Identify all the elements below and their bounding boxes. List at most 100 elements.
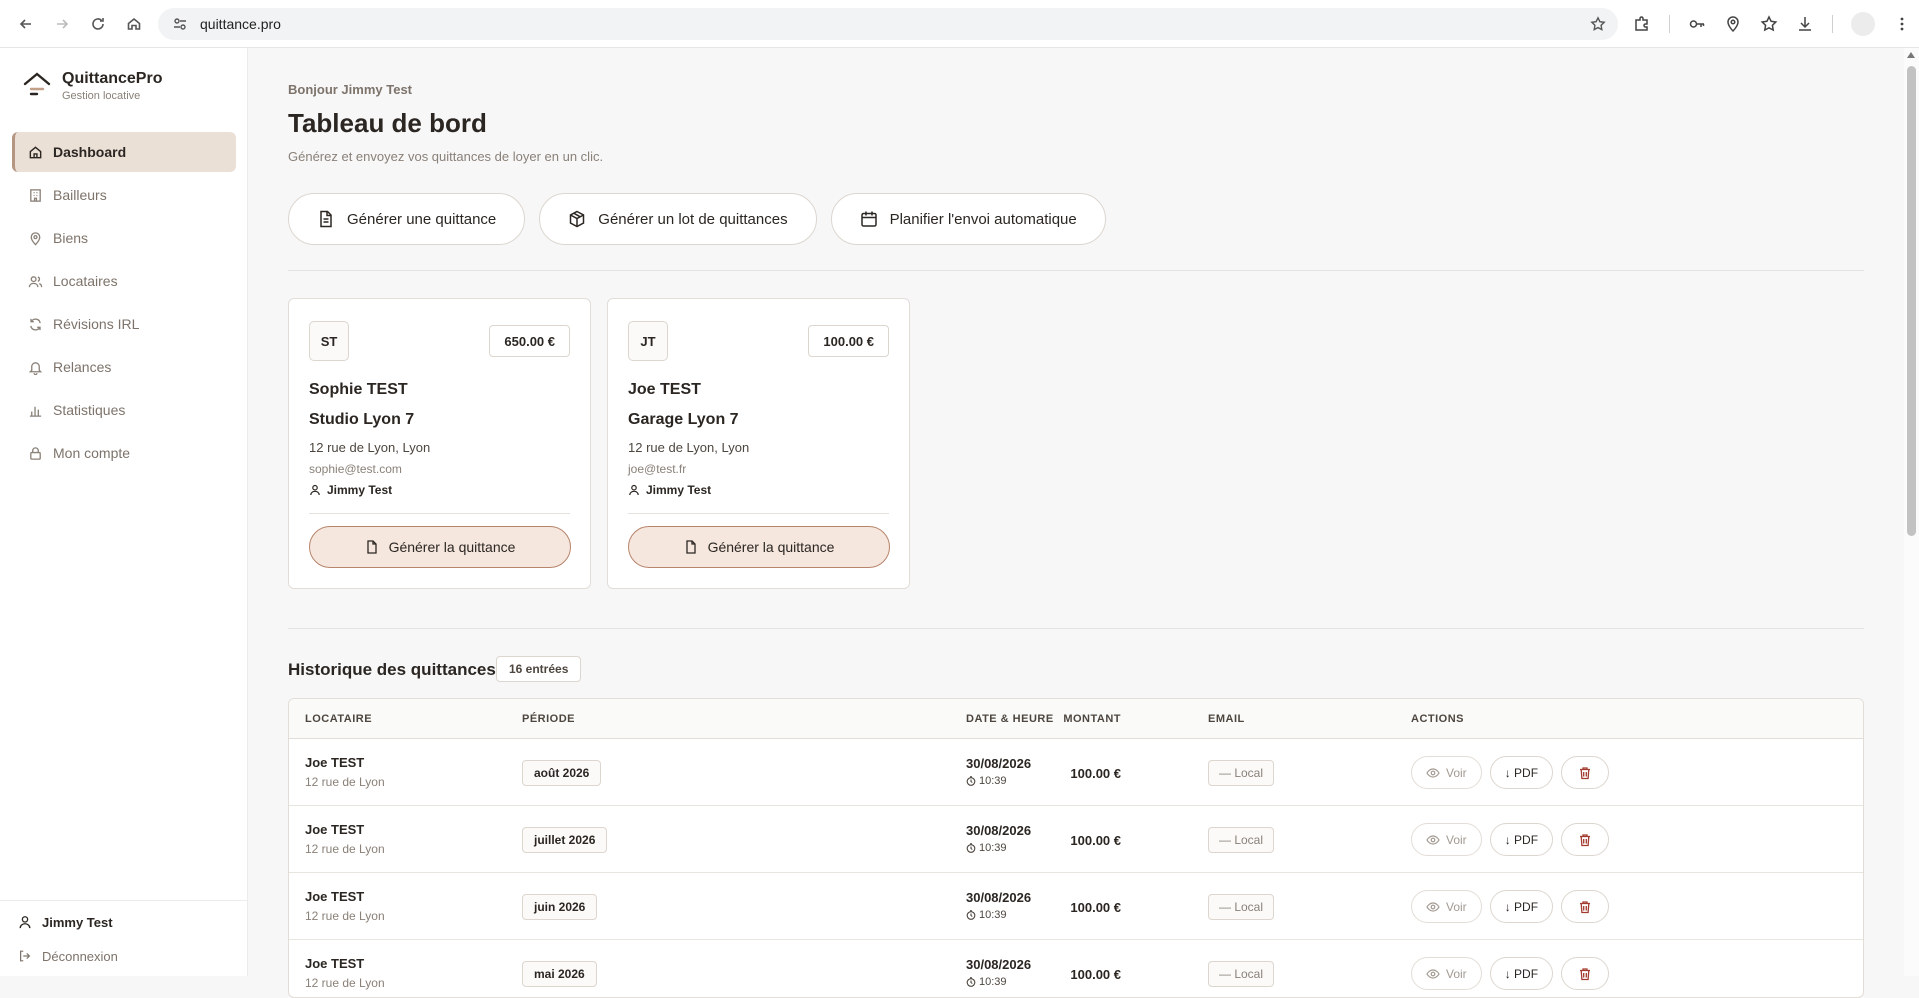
clock-icon (966, 776, 976, 786)
scrollbar-thumb[interactable] (1907, 66, 1916, 536)
sidebar-item-biens[interactable]: Biens (12, 218, 236, 258)
generate-batch-button[interactable]: Générer un lot de quittances (539, 193, 817, 245)
home-icon (29, 145, 42, 158)
owner-name: Jimmy Test (327, 483, 393, 497)
generate-receipt-button[interactable]: Générer une quittance (288, 193, 526, 245)
separator (1669, 15, 1670, 33)
row-actions: Voir ↓ PDF (1411, 890, 1610, 923)
divider (628, 513, 889, 514)
back-icon[interactable] (14, 12, 38, 36)
row-actions: Voir ↓ PDF (1411, 957, 1610, 990)
tenant-cell: Joe TEST 12 rue de Lyon (305, 889, 385, 923)
address-bar[interactable]: quittance.pro (158, 8, 1618, 40)
view-button[interactable]: Voir (1411, 823, 1482, 856)
datetime-cell: 30/08/2026 10:39 (966, 890, 1031, 921)
delete-button[interactable] (1561, 756, 1610, 789)
button-label: Voir (1446, 966, 1467, 981)
button-label: ↓ PDF (1504, 832, 1539, 847)
scroll-up-arrow[interactable] (1907, 52, 1915, 58)
table-row: Joe TEST 12 rue de Lyon mai 2026 100.00 €30… (289, 940, 1863, 997)
user-row[interactable]: Jimmy Test (18, 912, 238, 932)
logout-button[interactable]: Déconnexion (18, 946, 238, 966)
datetime-cell: 30/08/2026 10:39 (966, 957, 1031, 988)
brand[interactable]: QuittancePro Gestion locative (22, 70, 162, 102)
key-icon[interactable] (1688, 15, 1706, 33)
column-header-actions: ACTIONS (1411, 713, 1464, 725)
email-status-badge: — Local (1208, 894, 1275, 920)
generate-card-receipt-button[interactable]: Générer la quittance (309, 526, 571, 568)
bookmarks-star-icon[interactable] (1760, 15, 1778, 33)
avatar: ST (309, 321, 349, 361)
forward-icon[interactable] (50, 12, 74, 36)
quick-actions: Générer une quittance Générer un lot de … (288, 193, 1106, 245)
document-icon (320, 210, 332, 228)
reload-icon[interactable] (86, 12, 110, 36)
email-status-badge: — Local (1208, 827, 1275, 853)
profile-avatar[interactable] (1851, 12, 1875, 36)
trash-icon (1580, 900, 1591, 913)
sidebar-item-statistiques[interactable]: Statistiques (12, 390, 236, 430)
clock-icon (966, 843, 976, 853)
period-badge: mai 2026 (522, 961, 597, 987)
period-badge: août 2026 (522, 760, 602, 786)
bookmark-star-icon[interactable] (1590, 16, 1606, 32)
extensions-puzzle-icon[interactable] (1633, 15, 1651, 33)
view-button[interactable]: Voir (1411, 890, 1482, 923)
location-icon[interactable] (1724, 15, 1742, 33)
page-subtitle: Générez et envoyez vos quittances de loy… (288, 149, 604, 164)
user-name: Jimmy Test (42, 914, 113, 930)
period-badge: juin 2026 (522, 894, 598, 920)
bell-icon (28, 361, 43, 375)
download-pdf-button[interactable]: ↓ PDF (1489, 957, 1554, 990)
email-status-badge: — Local (1208, 760, 1275, 786)
sidebar-item-relances[interactable]: Relances (12, 347, 236, 387)
kebab-menu-icon[interactable] (1893, 15, 1911, 33)
download-icon[interactable] (1796, 15, 1814, 33)
delete-button[interactable] (1561, 823, 1610, 856)
download-pdf-button[interactable]: ↓ PDF (1489, 756, 1554, 789)
sidebar-item-locataires[interactable]: Locataires (12, 261, 236, 301)
user-icon (19, 916, 31, 929)
button-label: ↓ PDF (1504, 765, 1539, 780)
owner-name: Jimmy Test (646, 483, 712, 497)
button-label: Planifier l'envoi automatique (889, 210, 1077, 228)
button-label: ↓ PDF (1504, 899, 1539, 914)
tenant-address: 12 rue de Lyon (305, 775, 385, 789)
property-address: 12 rue de Lyon, Lyon (309, 440, 431, 455)
tenant-address: 12 rue de Lyon (305, 976, 385, 990)
page-scrollbar[interactable] (1904, 48, 1919, 976)
download-pdf-button[interactable]: ↓ PDF (1489, 823, 1554, 856)
sidebar-item-dashboard[interactable]: Dashboard (12, 132, 236, 172)
file-icon (685, 540, 696, 554)
sidebar-item-revisions-irl[interactable]: Révisions IRL (12, 304, 236, 344)
date-text: 30/08/2026 (966, 957, 1032, 972)
site-settings-icon[interactable] (172, 16, 188, 32)
rent-amount-badge: 650.00 € (489, 325, 570, 357)
download-pdf-button[interactable]: ↓ PDF (1489, 890, 1554, 923)
divider (309, 513, 570, 514)
home-icon[interactable] (122, 12, 146, 36)
sidebar-item-bailleurs[interactable]: Bailleurs (12, 175, 236, 215)
generate-card-receipt-button[interactable]: Générer la quittance (628, 526, 890, 568)
owner: Jimmy Test (309, 483, 392, 497)
tenant-email: sophie@test.com (309, 462, 402, 476)
view-button[interactable]: Voir (1411, 756, 1482, 789)
divider (288, 270, 1864, 271)
schedule-send-button[interactable]: Planifier l'envoi automatique (830, 193, 1106, 245)
delete-button[interactable] (1561, 890, 1610, 923)
delete-button[interactable] (1561, 957, 1610, 990)
avatar: JT (628, 321, 668, 361)
tenant-cell: Joe TEST 12 rue de Lyon (305, 755, 385, 789)
column-header-tenant: LOCATAIRE (305, 713, 373, 725)
sidebar-item-mon-compte[interactable]: Mon compte (12, 433, 236, 473)
user-icon (310, 484, 320, 496)
table-body: Joe TEST 12 rue de Lyon août 2026 100.00 €3… (289, 739, 1863, 997)
trash-icon (1580, 766, 1591, 779)
logout-label: Déconnexion (42, 948, 118, 964)
sidebar-item-label: Dashboard (53, 144, 127, 160)
button-label: Voir (1446, 899, 1467, 914)
view-button[interactable]: Voir (1411, 957, 1482, 990)
property-name: Garage Lyon 7 (628, 411, 739, 428)
history-title: Historique des quittances (288, 660, 496, 679)
sidebar-item-label: Statistiques (53, 402, 126, 418)
